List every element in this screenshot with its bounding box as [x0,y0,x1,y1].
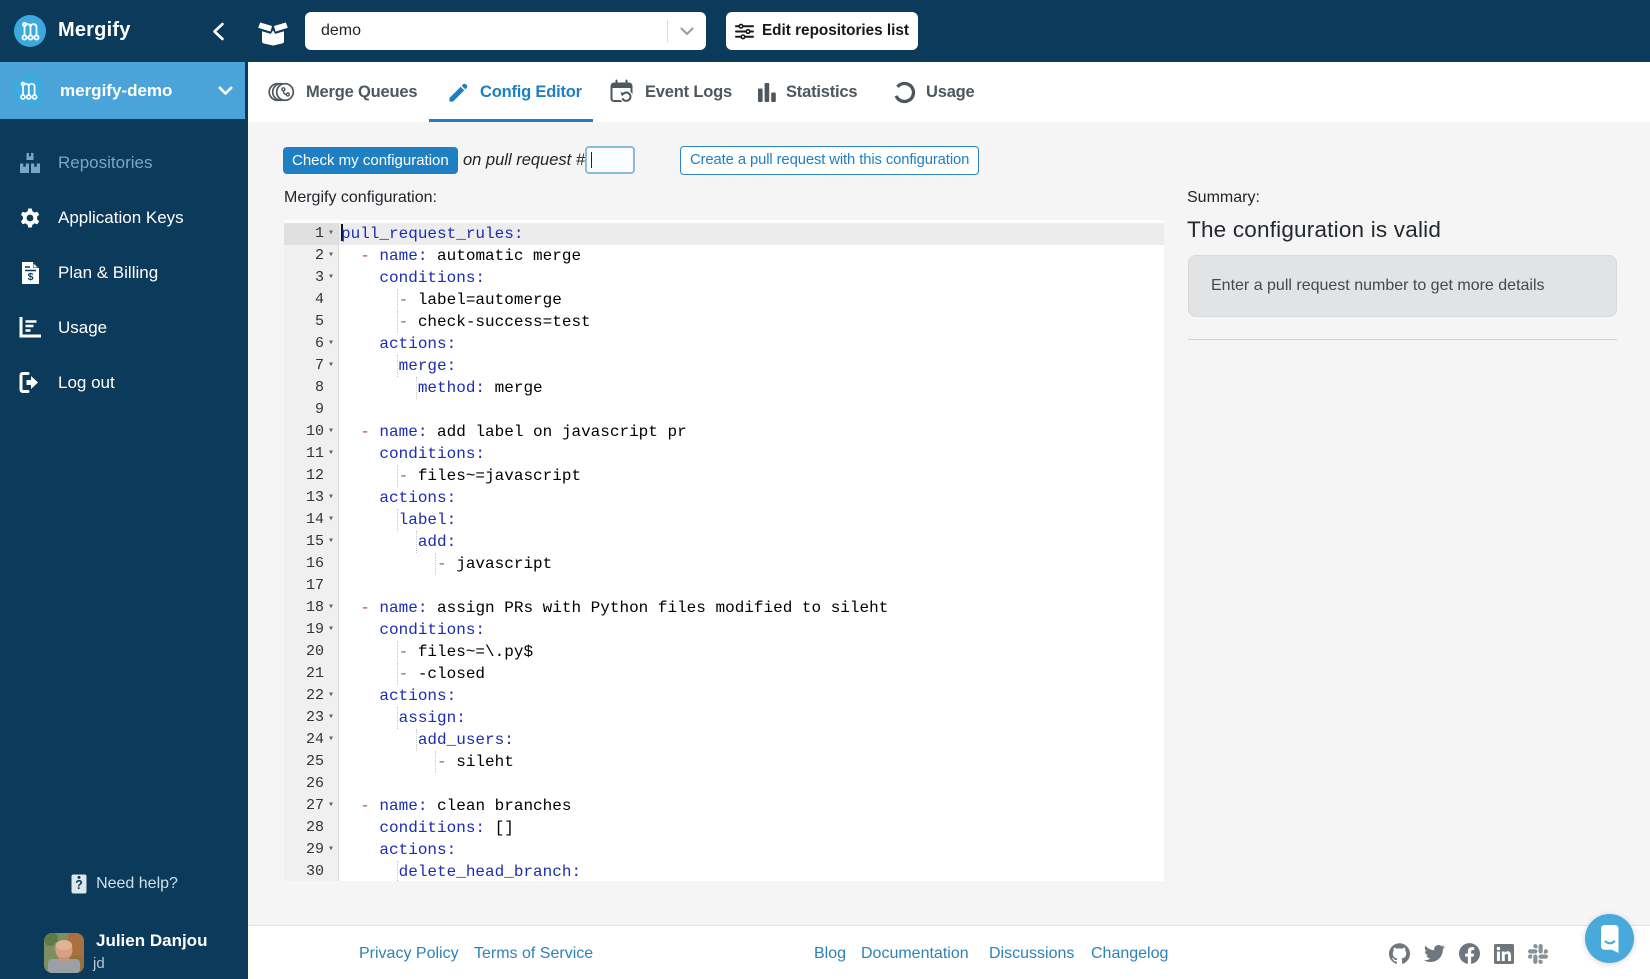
svg-text:?: ? [75,878,83,892]
svg-text:$: $ [27,270,33,282]
